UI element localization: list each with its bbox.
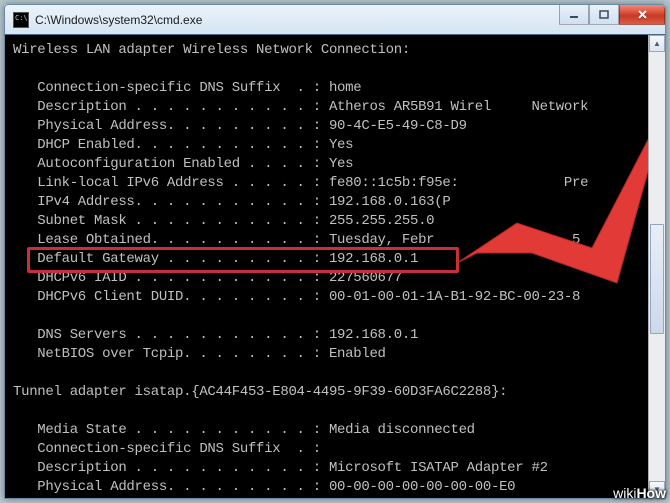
minimize-button[interactable]	[559, 5, 589, 25]
window-controls	[559, 5, 665, 25]
cmd-icon	[13, 12, 29, 28]
watermark: wikiHow	[613, 485, 666, 501]
close-icon	[637, 9, 648, 20]
cmd-window: C:\Windows\system32\cmd.exe Wireless LAN…	[4, 4, 666, 499]
minimize-icon	[569, 10, 579, 20]
maximize-button[interactable]	[589, 5, 619, 25]
vertical-scrollbar[interactable]: ▲ ▼	[648, 35, 665, 498]
window-title: C:\Windows\system32\cmd.exe	[35, 13, 202, 27]
titlebar[interactable]: C:\Windows\system32\cmd.exe	[4, 4, 666, 34]
maximize-icon	[599, 10, 609, 20]
scroll-thumb[interactable]	[650, 224, 664, 334]
scroll-track[interactable]	[649, 52, 665, 481]
close-button[interactable]	[619, 5, 665, 25]
terminal-text: Wireless LAN adapter Wireless Network Co…	[13, 41, 661, 499]
terminal-area[interactable]: Wireless LAN adapter Wireless Network Co…	[4, 34, 666, 499]
scroll-up-button[interactable]: ▲	[649, 35, 665, 52]
